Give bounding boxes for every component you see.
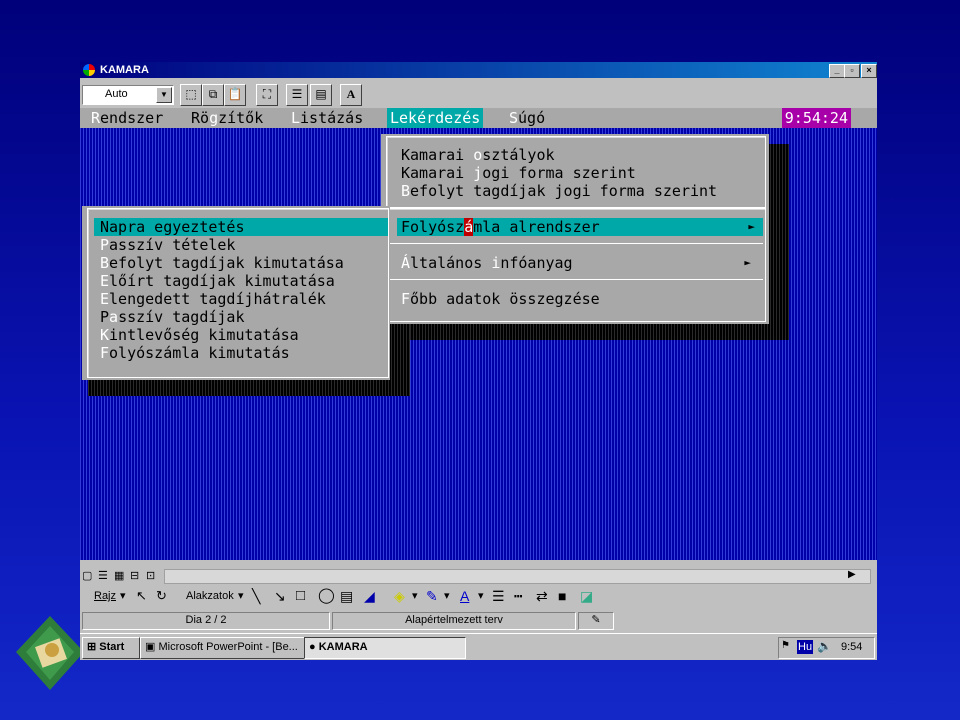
arrow-style-icon[interactable]: ⇄ xyxy=(536,587,548,605)
outline-view-icon[interactable]: ☰ xyxy=(98,569,108,582)
oval-tool-icon[interactable]: ◯ xyxy=(318,587,335,605)
menu-item-folyoszamla-alrendszer[interactable]: Folyószámla alrendszer ► xyxy=(397,218,763,236)
window-titlebar[interactable]: KAMARA _ ▫ × xyxy=(80,62,877,78)
dos-screen: Rendszer Rögzítők Listázás Lekérdezés Sú… xyxy=(80,108,877,560)
sorter-view-icon[interactable]: ▦ xyxy=(114,569,124,582)
spelling-icon[interactable]: ✎ xyxy=(578,612,614,630)
arrow-tool-icon[interactable]: ↘ xyxy=(274,587,286,605)
taskbar-item-powerpoint[interactable]: ▣ Microsoft PowerPoint - [Be... xyxy=(140,637,306,659)
copy-icon[interactable]: ⧉ xyxy=(202,84,224,106)
font-color-icon[interactable]: A xyxy=(460,587,469,605)
normal-view-icon[interactable]: ▢ xyxy=(82,569,92,582)
view-scrollbar-row: ▢ ☰ ▦ ⊟ ⊡ ▶ xyxy=(80,568,877,584)
clock-display: 9:54:24 xyxy=(781,108,851,128)
submenu-item-napra-egyeztetes[interactable]: Napra egyeztetés xyxy=(94,218,388,236)
paste-icon[interactable]: 📋 xyxy=(224,84,246,106)
menu-rendszer[interactable]: Rendszer xyxy=(88,108,166,128)
fill-color-icon[interactable]: ◈ xyxy=(394,587,405,605)
font-button[interactable]: A xyxy=(340,84,362,106)
language-indicator[interactable]: Hu xyxy=(797,640,814,654)
submenu-arrow-icon: ► xyxy=(744,256,751,269)
top-submenu: Kamarai osztályok Kamarai jogi forma sze… xyxy=(381,134,769,208)
menu-separator xyxy=(387,279,763,280)
volume-icon[interactable]: 🔈 xyxy=(817,639,832,653)
select-pointer-icon[interactable]: ↖ xyxy=(136,587,147,605)
shadow-icon[interactable]: ■ xyxy=(558,587,566,605)
dos-toolbar: Auto ▼ ⬚ ⧉ 📋 ⛶ ☰ ▤ A xyxy=(80,80,877,108)
menu-separator xyxy=(387,243,763,244)
slide-logo-icon xyxy=(16,616,84,690)
submenu-item-eloirt-tagdijak[interactable]: Előírt tagdíjak kimutatása xyxy=(100,272,335,290)
close-button[interactable]: × xyxy=(861,64,877,78)
chevron-down-icon[interactable]: ▼ xyxy=(156,87,172,103)
horizontal-scrollbar[interactable] xyxy=(164,569,871,584)
rotate-icon[interactable]: ↻ xyxy=(156,587,167,605)
powerpoint-icon: ▣ xyxy=(145,641,156,653)
chevron-down-icon: ▾ xyxy=(478,590,484,602)
font-size-value: Auto xyxy=(105,88,128,100)
submenu-item-kintlevoseg[interactable]: Kintlevőség kimutatása xyxy=(100,326,299,344)
chevron-down-icon: ▾ xyxy=(120,590,126,602)
submenu-item-passziv-tetelek[interactable]: Passzív tételek xyxy=(100,236,235,254)
submenu-item-elengedett-hatralek[interactable]: Elengedett tagdíjhátralék xyxy=(100,290,326,308)
autoshapes-button[interactable]: Alakzatok xyxy=(186,587,234,605)
tray-app-icon[interactable]: ⚑ xyxy=(781,640,790,651)
properties-icon[interactable]: ☰ xyxy=(286,84,308,106)
submenu-arrow-icon: ► xyxy=(748,220,755,233)
maximize-button[interactable]: ▫ xyxy=(844,64,860,78)
3d-icon[interactable]: ◪ xyxy=(580,587,593,605)
menu-lekerdezes[interactable]: Lekérdezés xyxy=(387,108,484,128)
menu-rogzitok[interactable]: Rögzítők xyxy=(188,108,266,128)
scroll-right-icon[interactable]: ▶ xyxy=(848,569,856,580)
mark-icon[interactable]: ⬚ xyxy=(180,84,202,106)
system-tray: ⚑ Hu 🔈 9:54 xyxy=(778,637,875,659)
lekerdezes-menu: Folyószámla alrendszer ► Általános infóan… xyxy=(381,208,769,324)
submenu-item-folyoszamla-kimutatas[interactable]: Folyószámla kimutatás xyxy=(100,344,290,362)
rectangle-tool-icon[interactable]: □ xyxy=(296,587,305,605)
start-button[interactable]: ⊞ Start xyxy=(82,637,140,659)
design-template-label: Alapértelmezett terv xyxy=(332,612,576,630)
chevron-down-icon: ▾ xyxy=(238,590,244,602)
wordart-tool-icon[interactable]: ◢ xyxy=(364,587,375,605)
chevron-down-icon: ▾ xyxy=(444,590,450,602)
draw-menu-button[interactable]: Rajz xyxy=(94,587,116,605)
slideshow-view-icon[interactable]: ⊡ xyxy=(146,569,155,582)
chevron-down-icon: ▾ xyxy=(412,590,418,602)
menu-listazas[interactable]: Listázás xyxy=(288,108,366,128)
drawing-toolbar: Rajz ▾ ↖ ↻ Alakzatok ▾ ╲ ↘ □ ◯ ▤ ◢ ◈ ▾ ✎… xyxy=(80,584,877,610)
kamara-logo-icon xyxy=(83,64,95,76)
slide-indicator: Dia 2 / 2 xyxy=(82,612,330,630)
powerpoint-statusbar: Dia 2 / 2 Alapértelmezett terv ✎ xyxy=(80,610,877,632)
submenu-item-passziv-tagdijak[interactable]: Passzív tagdíjak xyxy=(100,308,245,326)
menu-item-fobb-adatok[interactable]: Főbb adatok összegzése xyxy=(401,290,600,308)
tray-clock: 9:54 xyxy=(841,641,863,653)
windows-taskbar: ⊞ Start ▣ Microsoft PowerPoint - [Be... … xyxy=(80,633,877,660)
font-size-select[interactable]: Auto ▼ xyxy=(82,85,174,105)
fullscreen-icon[interactable]: ⛶ xyxy=(256,84,278,106)
kamara-app-icon: ● xyxy=(309,641,316,653)
window-title: KAMARA xyxy=(100,64,149,76)
submenu-item-befolyt-tagdijak[interactable]: Befolyt tagdíjak kimutatása xyxy=(100,254,344,272)
textbox-tool-icon[interactable]: ▤ xyxy=(340,587,353,605)
dash-style-icon[interactable]: ┅ xyxy=(514,587,522,605)
notes-view-icon[interactable]: ⊟ xyxy=(130,569,139,582)
dos-menubar: Rendszer Rögzítők Listázás Lekérdezés Sú… xyxy=(80,108,877,128)
folyoszamla-submenu: Napra egyeztetés Passzív tételek Befolyt… xyxy=(82,206,390,380)
submenu-item-jogi-forma[interactable]: Kamarai jogi forma szerint xyxy=(401,164,636,182)
submenu-item-befolyt-jogi[interactable]: Befolyt tagdíjak jogi forma szerint xyxy=(401,182,717,200)
line-color-icon[interactable]: ✎ xyxy=(426,587,438,605)
background-icon[interactable]: ▤ xyxy=(310,84,332,106)
taskbar-item-kamara[interactable]: ● KAMARA xyxy=(304,637,466,659)
line-style-icon[interactable]: ☰ xyxy=(492,587,505,605)
minimize-button[interactable]: _ xyxy=(829,64,845,78)
submenu-item-osztalyok[interactable]: Kamarai osztályok xyxy=(401,146,555,164)
menu-sugo[interactable]: Súgó xyxy=(506,108,548,128)
windows-logo-icon: ⊞ xyxy=(87,641,97,653)
menu-item-altalanos-infoanyag[interactable]: Általános infóanyag ► xyxy=(401,254,759,272)
line-tool-icon[interactable]: ╲ xyxy=(252,587,260,605)
